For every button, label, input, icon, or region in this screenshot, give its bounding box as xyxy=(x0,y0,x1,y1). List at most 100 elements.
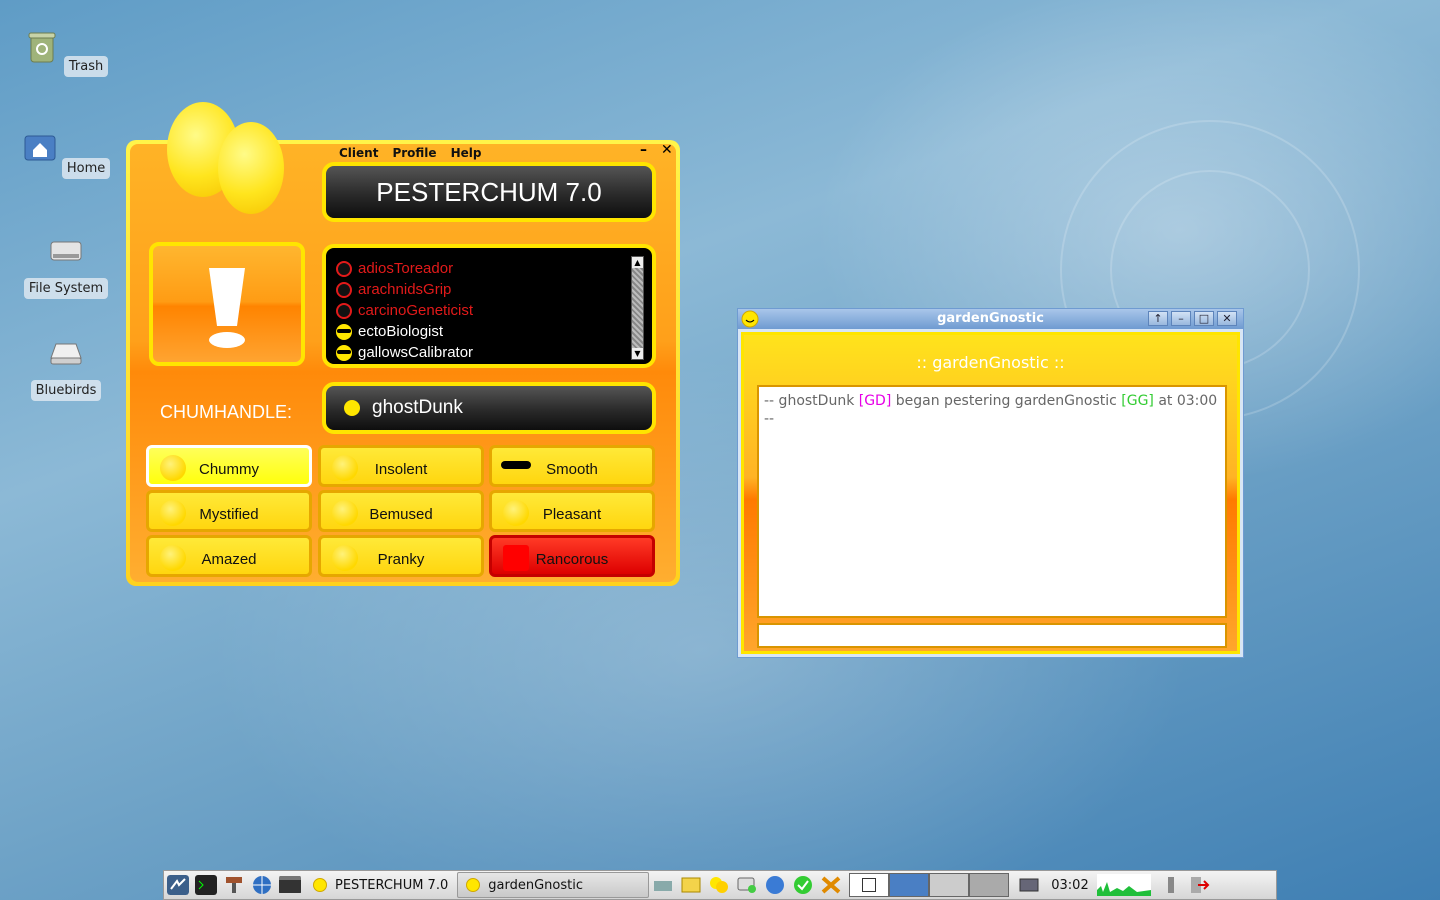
paint-brush-icon[interactable] xyxy=(223,875,245,895)
message-input[interactable] xyxy=(757,623,1227,648)
web-browser-icon[interactable] xyxy=(251,875,273,895)
task-label: gardenGnostic xyxy=(488,877,583,893)
desktop-icon-label: File System xyxy=(23,278,109,299)
window-titlebar[interactable]: gardenGnostic ↑ – □ ✕ xyxy=(738,309,1243,329)
removable-drive-icon xyxy=(50,343,82,365)
minimize-icon[interactable]: – xyxy=(1171,311,1191,326)
mood-button-mystified[interactable]: Mystified xyxy=(146,490,312,532)
conversation-body: :: gardenGnostic :: -- ghostDunk [GD] be… xyxy=(741,332,1240,654)
pesterchum-face-icon xyxy=(313,878,327,892)
pesterchum-face-icon xyxy=(466,878,481,892)
menu-profile[interactable]: Profile xyxy=(392,146,436,160)
chum-item[interactable]: ectoBiologist xyxy=(336,321,473,342)
exclamation-icon xyxy=(209,268,245,348)
menu-bar: Client Profile Help xyxy=(339,146,481,160)
xfce-menu-icon[interactable] xyxy=(167,875,189,895)
volume-icon[interactable] xyxy=(1160,875,1182,895)
conversation-header: :: gardenGnostic :: xyxy=(916,353,1065,372)
desktop-icon-label: Trash xyxy=(63,56,109,77)
messenger-icon[interactable] xyxy=(736,875,758,895)
desktop-icon-label: Bluebirds xyxy=(30,380,102,401)
chum-item[interactable]: arachnidsGrip xyxy=(336,279,473,300)
chum-item[interactable]: gallowsCalibrator xyxy=(336,342,473,363)
desktop-icon-bluebirds[interactable]: Bluebirds xyxy=(21,334,111,401)
mood-button-smooth[interactable]: Smooth xyxy=(489,445,655,487)
mood-label: Smooth xyxy=(546,461,598,478)
mood-button-amazed[interactable]: Amazed xyxy=(146,535,312,577)
pesterchum-tray-icon[interactable] xyxy=(708,875,730,895)
mood-button-rancorous[interactable]: Rancorous xyxy=(489,535,655,577)
terminal-icon[interactable] xyxy=(195,875,217,895)
handle-tag-gd: [GD] xyxy=(858,393,892,409)
clock[interactable]: 03:02 xyxy=(1051,878,1088,893)
log-line: -- xyxy=(764,411,775,427)
menu-client[interactable]: Client xyxy=(339,146,378,160)
mood-label: Pleasant xyxy=(542,506,602,523)
menu-help[interactable]: Help xyxy=(451,146,482,160)
chumhandle-field[interactable]: ghostDunk xyxy=(322,382,656,434)
chum-item[interactable]: adiosToreador xyxy=(336,258,473,279)
desktop-icon-filesystem[interactable]: File System xyxy=(21,232,111,299)
minimize-button[interactable]: – xyxy=(640,142,647,158)
tools-icon[interactable] xyxy=(820,875,842,895)
chumhandle-label: CHUMHANDLE: xyxy=(160,402,293,422)
chum-item[interactable]: carcinoGeneticist xyxy=(336,300,473,321)
network-icon[interactable] xyxy=(652,875,674,895)
workspace-1[interactable] xyxy=(849,873,890,897)
title-banner: PESTERCHUM 7.0 xyxy=(322,162,656,222)
desktop-icon-trash[interactable]: Trash xyxy=(21,28,111,77)
qbittorrent-icon[interactable] xyxy=(764,875,786,895)
screenshot-icon[interactable] xyxy=(1018,875,1040,895)
logout-icon[interactable] xyxy=(1188,875,1210,895)
mascot-blob-front xyxy=(218,122,284,214)
log-text: at 03:00 xyxy=(1153,393,1218,409)
sunglasses-face-icon xyxy=(336,323,352,340)
mood-label: Pranky xyxy=(377,551,425,568)
mood-button-chummy[interactable]: Chummy xyxy=(146,445,312,487)
workspace-2[interactable] xyxy=(889,873,930,897)
desktop-icon-home[interactable]: Home xyxy=(21,130,111,179)
workspace-3[interactable] xyxy=(929,873,970,897)
close-button[interactable]: ✕ xyxy=(661,142,673,158)
mood-label: Rancorous xyxy=(535,551,609,568)
taskbar-task-gardengnostic[interactable]: gardenGnostic xyxy=(457,872,650,898)
taskbar-task-pesterchum[interactable]: PESTERCHUM 7.0 xyxy=(304,872,457,898)
updates-check-icon[interactable] xyxy=(792,875,814,895)
trollian-face-icon xyxy=(336,302,352,319)
mood-button-insolent[interactable]: Insolent xyxy=(318,445,484,487)
chumhandle-value: ghostDunk xyxy=(372,397,463,418)
sunglasses-face-icon xyxy=(336,344,352,361)
home-folder-icon xyxy=(24,135,56,161)
chum-name: adiosToreador xyxy=(358,260,454,277)
mood-label: Insolent xyxy=(374,461,428,478)
app-title: PESTERCHUM 7.0 xyxy=(376,177,602,207)
desktop-icon-label: Home xyxy=(61,158,111,179)
chum-list-scrollbar[interactable]: ▲ ▼ xyxy=(631,256,644,360)
close-icon[interactable]: ✕ xyxy=(1217,311,1237,326)
notes-icon[interactable] xyxy=(680,875,702,895)
trollian-face-icon xyxy=(336,260,352,277)
scroll-up-arrow-icon[interactable]: ▲ xyxy=(632,257,643,268)
workspace-4[interactable] xyxy=(969,873,1010,897)
mood-button-pleasant[interactable]: Pleasant xyxy=(489,490,655,532)
mood-button-bemused[interactable]: Bemused xyxy=(318,490,484,532)
message-log[interactable]: -- ghostDunk [GD] began pestering garden… xyxy=(757,385,1227,618)
chum-list[interactable]: adiosToreador arachnidsGrip carcinoGenet… xyxy=(322,244,656,368)
mood-label: Bemused xyxy=(369,506,433,523)
chum-name: ectoBiologist xyxy=(358,323,444,340)
handle-tag-gg: [GG] xyxy=(1121,393,1154,409)
mood-label: Mystified xyxy=(199,506,259,523)
mood-button-pranky[interactable]: Pranky xyxy=(318,535,484,577)
scroll-down-arrow-icon[interactable]: ▼ xyxy=(632,348,643,359)
conversation-window: gardenGnostic ↑ – □ ✕ :: gardenGnostic :… xyxy=(737,308,1244,658)
drive-icon xyxy=(50,241,82,261)
log-text: -- ghostDunk xyxy=(764,393,859,409)
maximize-icon[interactable]: □ xyxy=(1194,311,1214,326)
chum-name: carcinoGeneticist xyxy=(358,302,474,319)
shade-up-icon[interactable]: ↑ xyxy=(1148,311,1168,326)
media-player-icon[interactable] xyxy=(279,875,301,895)
trollian-face-icon xyxy=(336,281,352,298)
taskbar: PESTERCHUM 7.0 gardenGnostic 03:02 xyxy=(163,870,1277,900)
log-text: began pestering gardenGnostic xyxy=(891,393,1122,409)
mood-alert-button[interactable] xyxy=(149,242,305,366)
